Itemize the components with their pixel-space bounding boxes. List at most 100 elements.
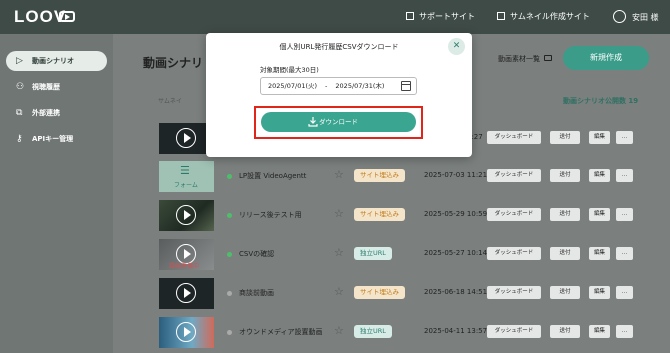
users-icon: ⚇ — [16, 82, 25, 92]
dashboard-button[interactable]: ダッシュボード — [487, 325, 541, 338]
sidebar-item-video-scenario[interactable]: ▷ 動画シナリオ — [6, 51, 107, 71]
embed-type-badge: 独立URL — [354, 247, 392, 260]
video-title[interactable]: CSVの確認 — [239, 249, 274, 259]
sidebar-item-label: APIキー管理 — [32, 135, 74, 143]
send-button[interactable]: 送付 — [550, 247, 580, 260]
table-row[interactable]: オウンドメディア設置動画 ☆ 独立URL 2025-04-11 13:57 ダッ… — [159, 314, 659, 351]
new-create-button[interactable]: 新規作成 — [563, 46, 649, 70]
more-button[interactable]: … — [616, 247, 633, 260]
sidebar-item-label: 動画シナリオ — [32, 57, 74, 65]
top-bar: LOOV サポートサイト サムネイル作成サイト 安田 様 — [0, 0, 670, 34]
table-row[interactable]: 商談前動画 ☆ サイト埋込み 2025-06-18 14:51 ダッシュボード … — [159, 275, 659, 312]
video-thumbnail[interactable] — [159, 278, 214, 309]
public-count: 動画シナリオ公開数 19 — [563, 97, 639, 105]
edit-button[interactable]: 編集 — [589, 286, 610, 299]
dashboard-button[interactable]: ダッシュボード — [487, 208, 541, 221]
support-site-link[interactable]: サポートサイト — [406, 11, 475, 22]
external-link-icon — [497, 12, 505, 20]
tab-thumbnail[interactable]: サムネイ — [158, 96, 182, 105]
external-link-icon: ⧉ — [16, 108, 23, 118]
camera-icon — [59, 11, 75, 22]
table-row[interactable]: ☰ フォーム LP設置 VideoAgentt ☆ サイト埋込み 2025-07… — [159, 158, 659, 195]
status-dot — [227, 330, 232, 335]
star-icon[interactable]: ☆ — [334, 246, 344, 259]
sidebar-item-api-keys[interactable]: ⚷ APIキー管理 — [6, 129, 107, 149]
period-label: 対象期間(最大30日) — [260, 66, 319, 74]
updated-date: 2025-07-03 11:21 — [424, 171, 488, 179]
status-dot — [227, 291, 232, 296]
video-thumbnail[interactable]: ☰ フォーム — [159, 161, 214, 192]
sidebar-item-label: 外部連携 — [32, 109, 60, 117]
play-icon — [176, 205, 196, 225]
date-separator: - — [325, 82, 328, 90]
play-icon: ▷ — [16, 56, 23, 66]
key-icon: ⚷ — [16, 134, 23, 144]
csv-download-modal: 個人別URL発行履歴CSVダウンロード ✕ 対象期間(最大30日) 2025/0… — [206, 33, 472, 157]
edit-button[interactable]: 編集 — [589, 131, 610, 144]
status-dot — [227, 174, 232, 179]
star-icon[interactable]: ☆ — [334, 168, 344, 181]
dashboard-button[interactable]: ダッシュボード — [487, 131, 541, 144]
external-link-icon — [406, 12, 414, 20]
video-title[interactable]: リリース後テスト用 — [239, 210, 302, 220]
thumbnail-site-link[interactable]: サムネイル作成サイト — [497, 11, 590, 22]
embed-type-badge: サイト埋込み — [354, 208, 405, 221]
thumbnail-label: フォーム — [174, 182, 198, 189]
list-icon: ☰ — [180, 164, 190, 177]
dashboard-button[interactable]: ダッシュボード — [487, 169, 541, 182]
video-title[interactable]: LP設置 VideoAgentt — [239, 171, 306, 181]
updated-date: 2025-05-27 10:14 — [424, 249, 488, 257]
play-icon — [176, 322, 196, 342]
more-button[interactable]: … — [616, 169, 633, 182]
send-button[interactable]: 送付 — [550, 286, 580, 299]
edit-button[interactable]: 編集 — [589, 169, 610, 182]
play-icon — [176, 128, 196, 148]
camera-icon — [544, 55, 552, 61]
star-icon[interactable]: ☆ — [334, 324, 344, 337]
send-button[interactable]: 送付 — [550, 208, 580, 221]
table-row[interactable]: リリース後テスト用 ☆ サイト埋込み 2025-05-29 10:59 ダッシュ… — [159, 197, 659, 234]
edit-button[interactable]: 編集 — [589, 247, 610, 260]
embed-type-badge: 独立URL — [354, 325, 392, 338]
calendar-icon[interactable] — [401, 81, 411, 91]
date-range-input[interactable]: 2025/07/01(火) -2025/07/31(木) — [260, 77, 417, 95]
modal-title: 個人別URL発行履歴CSVダウンロード — [279, 43, 399, 51]
send-button[interactable]: 送付 — [550, 131, 580, 144]
video-thumbnail[interactable] — [159, 317, 214, 348]
sidebar: ▷ 動画シナリオ ⚇ 視聴履歴 ⧉ 外部連携 ⚷ APIキー管理 — [0, 34, 113, 353]
user-name[interactable]: 安田 様 — [632, 12, 659, 23]
user-avatar-icon[interactable] — [613, 10, 626, 23]
edit-button[interactable]: 編集 — [589, 208, 610, 221]
star-icon[interactable]: ☆ — [334, 285, 344, 298]
status-dot — [227, 252, 232, 257]
embed-type-badge: サイト埋込み — [354, 169, 405, 182]
dashboard-button[interactable]: ダッシュボード — [487, 286, 541, 299]
dashboard-button[interactable]: ダッシュボード — [487, 247, 541, 260]
start-date: 2025/07/01(火) — [268, 82, 318, 90]
more-button[interactable]: … — [616, 131, 633, 144]
star-icon[interactable]: ☆ — [334, 207, 344, 220]
material-list-label: 動画素材一覧 — [498, 55, 540, 63]
send-button[interactable]: 送付 — [550, 169, 580, 182]
play-icon — [176, 283, 196, 303]
sidebar-item-integrations[interactable]: ⧉ 外部連携 — [6, 103, 107, 123]
more-button[interactable]: … — [616, 286, 633, 299]
send-button[interactable]: 送付 — [550, 325, 580, 338]
updated-date: 2025-05-29 10:59 — [424, 210, 488, 218]
video-title[interactable]: 商談前動画 — [239, 288, 274, 298]
material-list-link[interactable]: 動画素材一覧 — [498, 54, 552, 64]
edit-button[interactable]: 編集 — [589, 325, 610, 338]
updated-date: 2025-04-11 13:57 — [424, 327, 488, 335]
table-row[interactable]: 録画準備中 CSVの確認 ☆ 独立URL 2025-05-27 10:14 ダッ… — [159, 236, 659, 273]
video-title[interactable]: オウンドメディア設置動画 — [239, 327, 323, 337]
video-thumbnail[interactable]: 録画準備中 — [159, 239, 214, 270]
more-button[interactable]: … — [616, 325, 633, 338]
embed-type-badge: サイト埋込み — [354, 286, 405, 299]
status-dot — [227, 213, 232, 218]
more-button[interactable]: … — [616, 208, 633, 221]
thumbnail-site-label: サムネイル作成サイト — [510, 12, 590, 21]
updated-date: 2025-06-18 14:51 — [424, 288, 488, 296]
video-thumbnail[interactable] — [159, 200, 214, 231]
close-icon[interactable]: ✕ — [448, 38, 465, 55]
sidebar-item-view-history[interactable]: ⚇ 視聴履歴 — [6, 77, 107, 97]
